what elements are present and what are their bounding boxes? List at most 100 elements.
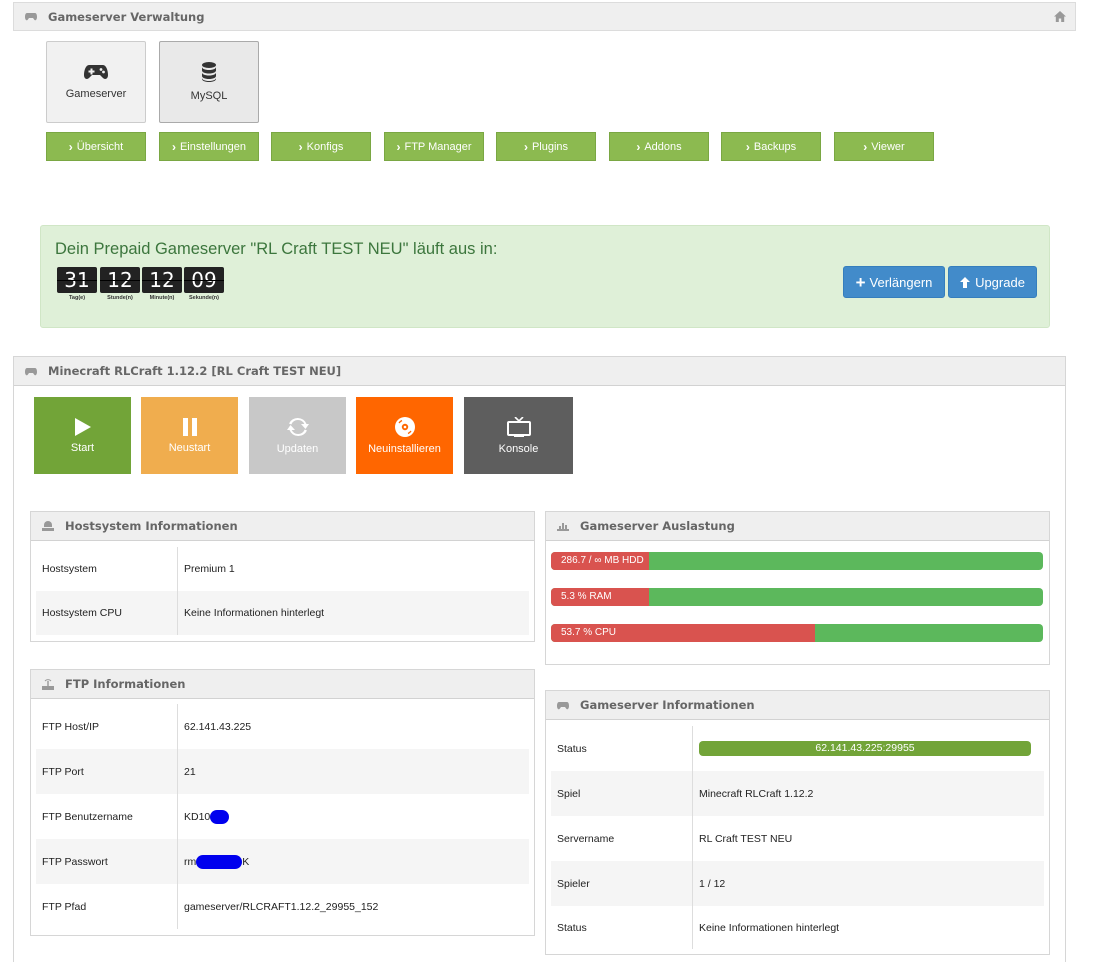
row-value: Keine Informationen hinterlegt xyxy=(184,607,325,619)
nav-label: Konfigs xyxy=(306,140,344,153)
gamepad-icon xyxy=(546,701,580,710)
row-value: 1 / 12 xyxy=(699,877,726,890)
tile-mysql[interactable]: MySQL xyxy=(159,41,259,123)
chevron-right-icon: › xyxy=(523,139,528,154)
ftp-title: FTP Informationen xyxy=(65,677,186,691)
nav-plugins-button[interactable]: › Plugins xyxy=(496,132,596,161)
table-row: FTP Benutzername KD10 xyxy=(36,794,529,839)
progress-label: 5.3 % RAM xyxy=(561,591,612,602)
countdown-label: Stunde(n) xyxy=(107,295,133,301)
table-row: Spiel Minecraft RLCraft 1.12.2 xyxy=(551,771,1044,816)
table-row: FTP Host/IP 62.141.43.225 xyxy=(36,704,529,749)
table-row: FTP Pfad gameserver/RLCRAFT1.12.2_29955_… xyxy=(36,884,529,929)
nav-label: Backups xyxy=(753,140,797,153)
monitor-icon xyxy=(506,416,531,437)
row-value[interactable]: KD10 xyxy=(178,809,230,824)
extend-button[interactable]: + Verlängern xyxy=(843,266,945,298)
progress-label: 286.7 / ∞ MB HDD xyxy=(561,555,644,566)
row-key: FTP Pfad xyxy=(36,884,178,929)
row-key: Status xyxy=(551,726,693,771)
hostsystem-title: Hostsystem Informationen xyxy=(65,519,238,533)
row-value[interactable]: rm K xyxy=(178,854,250,869)
redaction-mark xyxy=(210,809,230,824)
nav-uebersicht-button[interactable]: › Übersicht xyxy=(46,132,146,161)
gamepad-icon xyxy=(14,12,48,21)
tile-gameserver[interactable]: Gameserver xyxy=(46,41,146,123)
start-button[interactable]: Start xyxy=(34,397,131,474)
row-value[interactable]: 21 xyxy=(178,766,196,778)
chevron-right-icon: › xyxy=(171,139,176,154)
chevron-right-icon: › xyxy=(863,139,868,154)
load-header: Gameserver Auslastung xyxy=(546,512,1049,541)
table-row: Spieler 1 / 12 xyxy=(551,861,1044,906)
gsinfo-header: Gameserver Informationen xyxy=(546,691,1049,720)
table-row: FTP Port 21 xyxy=(36,749,529,794)
nav-label: Einstellungen xyxy=(179,140,247,153)
plus-icon: + xyxy=(855,272,866,292)
bar-chart-icon xyxy=(546,521,580,531)
hostsystem-header: Hostsystem Informationen xyxy=(31,512,534,541)
row-value: RL Craft TEST NEU xyxy=(699,832,793,845)
row-key: Status xyxy=(551,906,693,949)
play-icon xyxy=(74,417,91,436)
row-key: Spiel xyxy=(551,771,693,816)
network-icon xyxy=(31,678,65,690)
row-key: FTP Passwort xyxy=(36,839,178,884)
nav-viewer-button[interactable]: › Viewer xyxy=(834,132,934,161)
ftp-header: FTP Informationen xyxy=(31,670,534,699)
gamepad-icon xyxy=(14,367,48,376)
nav-konfigs-button[interactable]: › Konfigs xyxy=(271,132,371,161)
prepaid-message: Dein Prepaid Gameserver "RL Craft TEST N… xyxy=(55,240,498,258)
countdown-label: Sekunde(n) xyxy=(189,295,219,301)
nav-label: FTP Manager xyxy=(404,140,472,153)
action-label: Start xyxy=(70,441,95,454)
countdown-seconds: 09 xyxy=(184,267,224,293)
server-title: Minecraft RLCraft 1.12.2 [RL Craft TEST … xyxy=(48,364,342,378)
console-button[interactable]: Konsole xyxy=(464,397,573,474)
password-prefix: rm xyxy=(184,855,197,868)
row-key: Servername xyxy=(551,816,693,861)
progress-label: 53.7 % CPU xyxy=(561,627,617,638)
nav-backups-button[interactable]: › Backups xyxy=(721,132,821,161)
extend-label: Verlängern xyxy=(869,274,933,290)
countdown-hours: 12 xyxy=(100,267,140,293)
table-row: FTP Passwort rm K xyxy=(36,839,529,884)
server-address-badge[interactable]: 62.141.43.225:29955 xyxy=(699,741,1031,756)
nav-label: Übersicht xyxy=(76,140,124,153)
countdown-days: 31 xyxy=(57,267,97,293)
database-icon xyxy=(202,62,216,82)
top-header: Gameserver Verwaltung xyxy=(13,2,1076,31)
reinstall-button[interactable]: Neuinstallieren xyxy=(356,397,453,474)
restart-button[interactable]: Neustart xyxy=(141,397,238,474)
row-value[interactable]: 62.141.43.225 xyxy=(178,721,251,733)
row-key: FTP Port xyxy=(36,749,178,794)
table-row: Hostsystem Premium 1 xyxy=(36,547,529,591)
server-icon xyxy=(31,521,65,531)
upgrade-button[interactable]: Upgrade xyxy=(948,266,1037,298)
row-value[interactable]: gameserver/RLCRAFT1.12.2_29955_152 xyxy=(178,901,378,913)
nav-ftp-manager-button[interactable]: › FTP Manager xyxy=(384,132,484,161)
upgrade-label: Upgrade xyxy=(975,274,1025,290)
table-row: Status Keine Informationen hinterlegt xyxy=(551,906,1044,949)
row-value: Keine Informationen hinterlegt xyxy=(699,921,840,934)
chevron-right-icon: › xyxy=(68,139,73,154)
chevron-right-icon: › xyxy=(636,139,641,154)
update-button[interactable]: Updaten xyxy=(249,397,346,474)
row-value: 62.141.43.225:29955 xyxy=(693,741,1031,756)
row-key: FTP Benutzername xyxy=(36,794,178,839)
nav-label: Plugins xyxy=(531,140,569,153)
gsinfo-widget: Gameserver Informationen Status 62.141.4… xyxy=(545,690,1050,955)
row-key: Hostsystem xyxy=(36,547,178,591)
load-widget: Gameserver Auslastung 286.7 / ∞ MB HDD 5… xyxy=(545,511,1050,665)
password-suffix: K xyxy=(242,855,250,868)
chevron-right-icon: › xyxy=(745,139,750,154)
home-icon[interactable] xyxy=(1045,11,1075,22)
countdown-label: Tag(e) xyxy=(68,295,86,301)
nav-einstellungen-button[interactable]: › Einstellungen xyxy=(159,132,259,161)
nav-label: Viewer xyxy=(871,140,905,153)
ram-progress-bar: 5.3 % RAM xyxy=(551,588,1043,606)
action-label: Neustart xyxy=(168,441,211,454)
row-key: Hostsystem CPU xyxy=(36,591,178,635)
page-title: Gameserver Verwaltung xyxy=(48,9,205,24)
nav-addons-button[interactable]: › Addons xyxy=(609,132,709,161)
